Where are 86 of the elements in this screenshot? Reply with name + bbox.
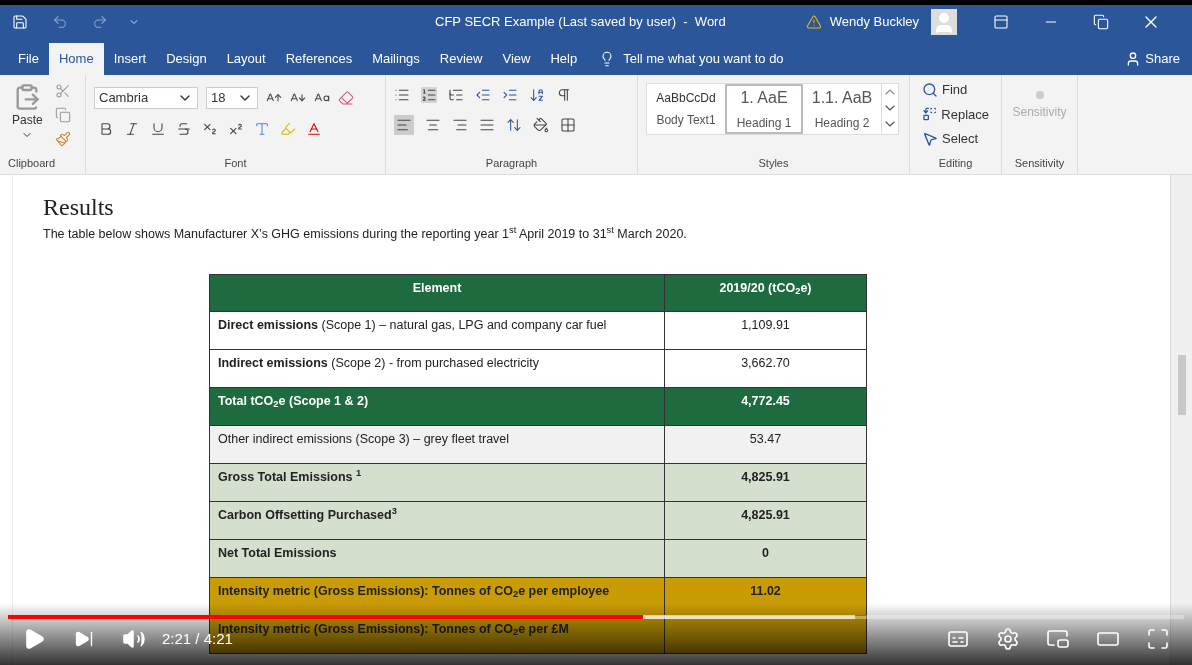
table-cell: 4,772.45 — [664, 387, 867, 426]
group-label: Font — [224, 157, 247, 169]
table-cell: Gross Total Emissions $^{1}$ — [209, 463, 665, 502]
italic-icon[interactable] — [124, 121, 140, 137]
menu-tab[interactable]: References — [275, 43, 363, 75]
tell-me-field[interactable]: Tell me what you want to do — [623, 49, 824, 69]
font-size-dropdown[interactable]: 18 — [206, 87, 258, 109]
document-heading: Results — [43, 193, 115, 221]
column-header: Element — [209, 274, 665, 312]
clear-formatting-icon[interactable] — [338, 90, 354, 106]
menu-tab[interactable]: Home — [48, 43, 104, 75]
restore-icon[interactable] — [1093, 13, 1110, 30]
group-label: Clipboard — [8, 157, 56, 169]
align-left-icon[interactable] — [394, 115, 414, 135]
decrease-indent-icon[interactable] — [475, 87, 491, 103]
paste-button[interactable]: Paste — [12, 83, 43, 154]
shading-icon[interactable] — [533, 117, 549, 133]
vertical-scrollbar[interactable] — [1170, 175, 1192, 665]
search-icon — [922, 81, 938, 98]
bullets-icon[interactable] — [394, 87, 410, 103]
cut-icon[interactable] — [54, 83, 71, 99]
table-cell: Total tCO$_{2}$e (Scope 1 & 2) — [209, 387, 665, 426]
table-cell: Carbon Offsetting Purchased$^{3}$ — [209, 501, 665, 540]
menu-tab[interactable]: Layout — [216, 43, 276, 75]
menu-tab[interactable]: Insert — [103, 43, 157, 75]
editing-button[interactable]: Select — [922, 129, 989, 149]
editing-button[interactable]: Replace — [922, 104, 989, 124]
bold-icon[interactable] — [98, 121, 114, 137]
group-label: Styles — [758, 157, 789, 169]
miniplayer-icon[interactable] — [1046, 627, 1070, 651]
table-cell: 4,825.91 — [664, 463, 867, 502]
table-cell: Net Total Emissions — [209, 539, 665, 578]
increase-indent-icon[interactable] — [502, 87, 518, 103]
table-cell: Indirect emissions (Scope 2) - from purchased electricity — [209, 349, 665, 388]
sort-icon[interactable] — [529, 87, 545, 103]
avatar-icon[interactable] — [931, 8, 958, 35]
justify-icon[interactable] — [479, 117, 495, 133]
style-swatch[interactable]: 1. AaE Heading 1 — [725, 84, 803, 134]
user-name: Wendy Buckley — [829, 12, 920, 31]
share-button[interactable]: Share — [1125, 43, 1180, 75]
replace-icon — [922, 106, 938, 123]
table-cell: 0 — [664, 539, 867, 578]
format-painter-icon[interactable] — [54, 131, 71, 147]
underline-icon[interactable] — [150, 121, 166, 137]
intro-paragraph: The table below shows Manufacturer X’s GHG emissions during the reporting year 1$^{st}$ April 2019 to 31$^{st}$ March 2020. — [43, 225, 688, 243]
menu-tab[interactable]: Design — [156, 43, 217, 75]
align-center-icon[interactable] — [425, 117, 441, 133]
table-cell: 4,825.91 — [664, 501, 867, 540]
editing-button[interactable]: Find — [922, 80, 989, 100]
table-cell: 53.47 — [664, 425, 867, 464]
menu-tab[interactable]: View — [492, 43, 541, 75]
menu-tab[interactable]: Mailings — [362, 43, 430, 75]
group-label: Sensitivity — [1014, 157, 1065, 169]
multilevel-list-icon[interactable] — [448, 87, 464, 103]
subscript-icon[interactable] — [202, 121, 218, 137]
menu-tab[interactable]: Review — [429, 43, 493, 75]
window-title: CFP SECR Example (Last saved by user) - Word — [435, 12, 726, 31]
font-name-dropdown[interactable]: Cambria — [94, 87, 198, 109]
next-icon[interactable] — [74, 629, 94, 649]
pointer-icon — [922, 130, 938, 147]
progress-track[interactable] — [8, 615, 1184, 619]
column-header: 2019/20 (tCO$_{2}$e) — [664, 274, 867, 312]
superscript-icon[interactable] — [228, 121, 244, 137]
group-label: Editing — [938, 157, 973, 169]
ribbon-display-icon[interactable] — [993, 13, 1010, 30]
settings-icon[interactable] — [996, 627, 1020, 651]
warning-icon — [805, 13, 822, 30]
pilcrow-icon[interactable] — [556, 87, 572, 103]
numbering-icon[interactable] — [421, 87, 437, 103]
menu-tab[interactable]: File — [8, 43, 49, 75]
line-spacing-icon[interactable] — [506, 117, 522, 133]
font-color-icon[interactable] — [306, 121, 322, 137]
table-cell: 11.02 — [664, 577, 867, 616]
table-cell: 1,109.91 — [664, 311, 867, 350]
strikethrough-icon[interactable] — [176, 121, 192, 137]
save-icon[interactable] — [12, 13, 28, 30]
borders-icon[interactable] — [560, 117, 576, 133]
text-effects-icon[interactable] — [254, 121, 270, 137]
group-label: Paragraph — [485, 157, 538, 169]
table-cell: 3,662.70 — [664, 349, 867, 388]
align-right-icon[interactable] — [452, 117, 468, 133]
table-cell: Direct emissions (Scope 1) – natural gas, LPG and company car fuel — [209, 311, 665, 350]
fullscreen-icon[interactable] — [1146, 627, 1170, 651]
table-cell: Other indirect emissions (Scope 3) – grey fleet travel — [209, 425, 665, 464]
volume-icon[interactable] — [122, 627, 146, 651]
menu-tab[interactable]: Help — [540, 43, 588, 75]
